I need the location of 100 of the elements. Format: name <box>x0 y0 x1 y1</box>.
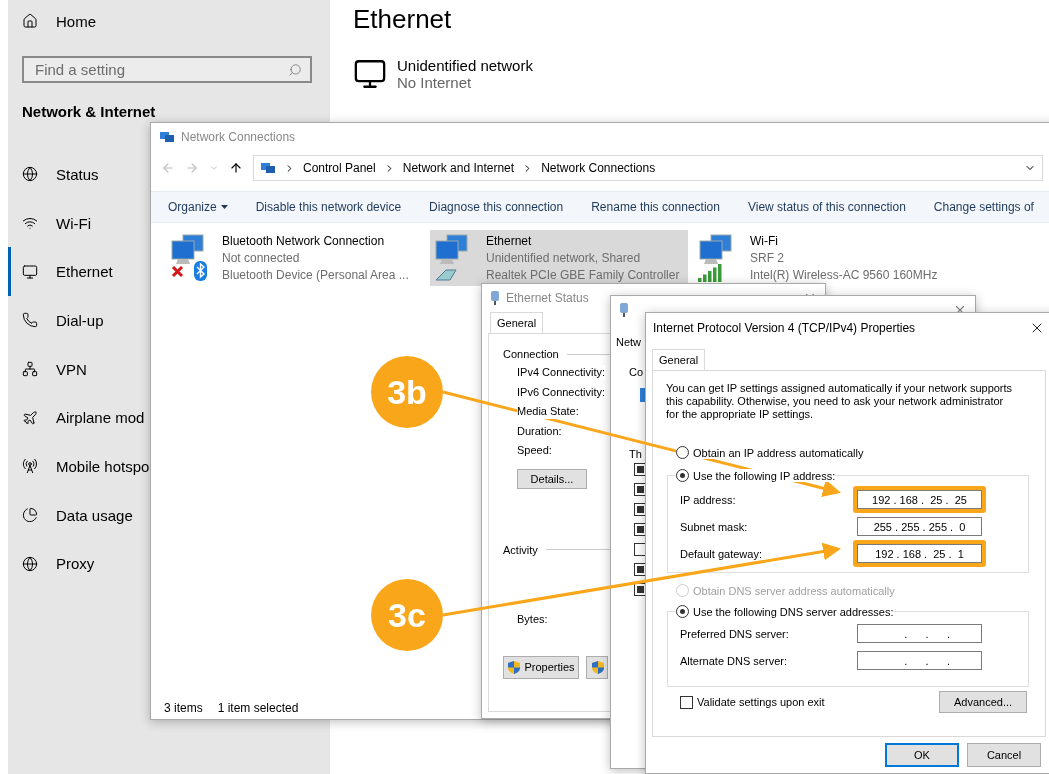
search-icon <box>288 62 302 77</box>
field-label: Alternate DNS server: <box>680 654 787 667</box>
toolbar-button[interactable]: Diagnose this connection <box>429 200 564 214</box>
section-heading: Network & Internet <box>22 103 156 120</box>
dropdown-caret-icon <box>220 205 228 209</box>
field-label: Bytes: <box>517 612 548 625</box>
connection-name: Bluetooth Network Connection <box>222 232 385 250</box>
monitor-icon <box>22 263 38 280</box>
home-link[interactable]: Home <box>56 12 96 30</box>
toolbar-button[interactable]: Change settings of <box>933 200 1034 214</box>
breadcrumb-item[interactable]: Control Panel <box>303 161 376 175</box>
connection-device: Intel(R) Wireless-AC 9560 160MHz <box>750 266 938 284</box>
network-folder-icon <box>260 161 276 175</box>
nav-item[interactable]: Mobile hotspo <box>56 457 150 475</box>
radio-label: Use the following IP address: <box>693 469 836 482</box>
ok-button[interactable]: OK <box>885 743 959 767</box>
disconnected-bluetooth-icon <box>170 260 210 282</box>
tab[interactable]: General <box>490 312 544 333</box>
description: You can get IP settings assigned automatically if your network supports this capability. Otherwise, you need to ask your network administrator for the appropriate IP settings. <box>666 382 1014 421</box>
checkbox-label: Validate settings upon exit <box>697 696 825 708</box>
connection-device: Realtek PCIe GBE Family Controller <box>486 266 680 284</box>
nav-item[interactable]: Airplane mod <box>56 409 145 427</box>
section-label: Co <box>629 366 644 378</box>
network-status: No Internet <box>397 74 472 91</box>
group-heading: Activity <box>503 543 538 556</box>
breadcrumb-item[interactable]: Network Connections <box>541 161 656 175</box>
signal-bars-icon <box>698 264 722 282</box>
dns-address-field[interactable]: . . . <box>857 651 982 670</box>
status-text: 3 items <box>164 701 203 715</box>
nav-item[interactable]: Data usage <box>56 506 133 524</box>
properties-button[interactable]: Properties <box>503 655 579 679</box>
advanced-button[interactable]: Advanced... <box>939 691 1027 713</box>
details-button[interactable]: Details... <box>517 468 587 489</box>
address-bar[interactable]: Control Panel Network and Internet Network Connections <box>253 155 1043 181</box>
toolbar-button[interactable]: Disable this network device <box>255 200 402 214</box>
ip-address-field[interactable]: 192 . 168 . 25 . 1 <box>857 544 982 563</box>
adapter-icon <box>490 290 500 306</box>
connection-item[interactable]: Ethernet Unidentified network, Shared Realtek PCIe GBE Family Controller <box>430 230 688 286</box>
connection-device: Bluetooth Device (Personal Area ... <box>222 266 409 284</box>
connection-status: SRF 2 <box>750 249 784 267</box>
dns-address-field[interactable]: . . . <box>857 624 982 643</box>
field-label: IPv4 Connectivity: <box>517 365 606 380</box>
shield-icon <box>507 659 522 675</box>
dialog-title: Internet Protocol Version 4 (TCP/IPv4) Properties <box>653 321 916 335</box>
connection-item[interactable]: Bluetooth Network Connection Not connected Bluetooth Device (Personal Area ... <box>166 230 424 286</box>
tab[interactable]: General <box>652 349 706 370</box>
breadcrumb-item[interactable]: Network and Internet <box>402 161 515 175</box>
section-label: Th <box>629 448 642 460</box>
cancel-button[interactable]: Cancel <box>967 743 1041 767</box>
connection-name: Wi-Fi <box>750 232 778 250</box>
radio-label: Obtain an IP address automatically <box>693 446 864 459</box>
adapter-icon <box>619 302 629 318</box>
ip-address-field[interactable]: 192 . 168 . 25 . 25 <box>857 490 982 509</box>
status-text: 1 item selected <box>217 701 299 715</box>
connection-item[interactable]: Wi-Fi SRF 2 Intel(R) Wireless-AC 9560 160MHz <box>694 230 952 286</box>
nav-item[interactable]: Ethernet <box>56 263 113 281</box>
window-title: Ethernet Status <box>506 291 589 305</box>
field-label: Subnet mask: <box>680 520 748 533</box>
pie-chart-icon <box>22 507 38 524</box>
field-label: Speed: <box>517 443 552 458</box>
network-icon <box>22 361 38 378</box>
radio-label: Use the following DNS server addresses: <box>693 605 894 618</box>
connection-name: Ethernet <box>486 232 532 250</box>
tab[interactable]: Netw <box>616 336 642 348</box>
toolbar-button[interactable]: View status of this connection <box>747 200 906 214</box>
window-title: Network Connections <box>181 130 296 144</box>
ip-address-field[interactable]: 255 . 255 . 255 . 0 <box>857 517 982 536</box>
globe-icon <box>22 555 38 572</box>
network-name: Unidentified network <box>397 57 533 74</box>
nav-item[interactable]: Wi-Fi <box>56 214 91 232</box>
group-heading: Connection <box>503 348 559 360</box>
page-title: Ethernet <box>353 4 452 35</box>
cable-icon <box>434 266 460 282</box>
field-label: Preferred DNS server: <box>680 627 789 640</box>
wifi-icon <box>22 215 38 232</box>
up-icon[interactable] <box>229 161 243 175</box>
home-icon <box>22 13 38 29</box>
globe-icon <box>22 166 38 183</box>
connection-status: Not connected <box>222 249 300 267</box>
search-field[interactable]: Find a setting <box>22 56 312 83</box>
field-label: Default gateway: <box>680 547 762 560</box>
antenna-icon <box>22 458 38 475</box>
nav-item[interactable]: VPN <box>56 360 87 378</box>
toolbar-button[interactable]: Rename this connection <box>591 200 720 214</box>
nav-item[interactable]: Proxy <box>56 555 95 573</box>
connection-status: Unidentified network, Shared <box>486 249 641 267</box>
field-label: Media State: <box>517 404 579 419</box>
radio-label: Obtain DNS server address automatically <box>693 584 895 597</box>
nav-item[interactable]: Dial-up <box>56 311 104 329</box>
phone-icon <box>22 312 38 329</box>
shield-button[interactable] <box>586 655 608 679</box>
radio-button[interactable] <box>676 605 689 618</box>
network-folder-icon <box>159 130 175 144</box>
radio-button[interactable] <box>676 469 689 482</box>
nav-item[interactable]: Status <box>56 165 99 183</box>
checkbox[interactable] <box>680 695 693 709</box>
radio-button[interactable] <box>676 446 689 459</box>
airplane-icon <box>22 409 38 426</box>
monitor-icon <box>353 57 387 91</box>
toolbar-button[interactable]: Organize <box>168 200 228 214</box>
